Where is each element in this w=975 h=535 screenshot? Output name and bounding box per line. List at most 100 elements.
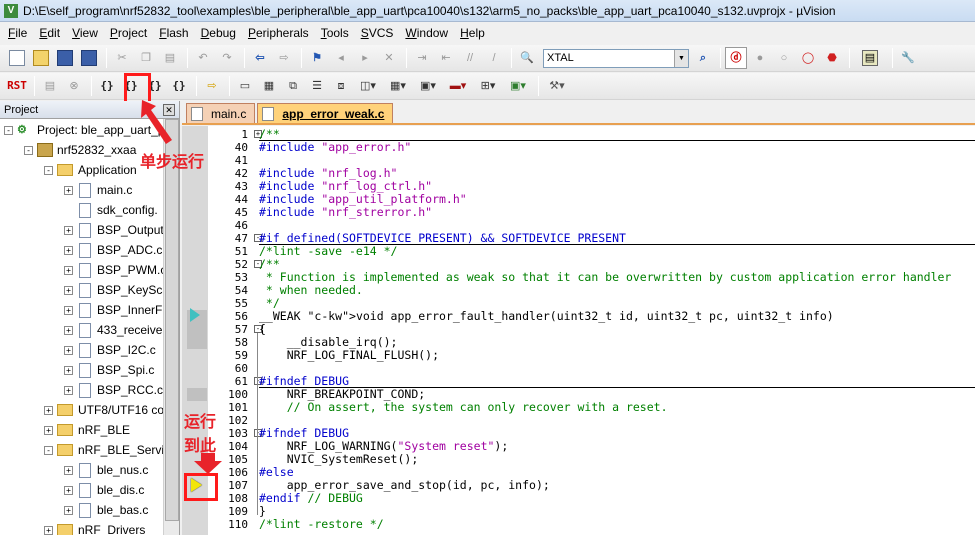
tree-item[interactable]: + ble_nus.c [64,460,148,480]
tab-app-error-weak-c[interactable]: app_error_weak.c [257,103,394,123]
tree-item[interactable]: + ble_bas.c [64,500,148,520]
code-line[interactable]: #endif // DEBUG [259,492,363,505]
expand-icon[interactable]: + [64,265,73,275]
tab-main-c[interactable]: main.c [186,103,256,123]
code-line[interactable]: NRF_LOG_FINAL_FLUSH(); [259,349,439,362]
comment-button[interactable]: // [459,47,481,69]
expand-icon[interactable]: + [64,485,73,495]
system-viewer-button[interactable]: ▣▾ [504,75,532,97]
bookmark-next-button[interactable]: ▸ [354,47,376,69]
code-line[interactable]: #include "nrf_strerror.h" [259,206,432,219]
expand-icon[interactable]: + [64,225,73,235]
redo-button[interactable]: ↷ [216,47,238,69]
tree-item[interactable]: + BSP_I2C.c [64,340,156,360]
expand-icon[interactable]: + [44,425,53,435]
step-button[interactable]: {} [96,75,118,97]
kill-breakpoints-button[interactable]: ⬣ [821,47,843,69]
analysis-button[interactable]: ▬▾ [444,75,472,97]
show-next-statement-button[interactable]: ⇨ [201,75,223,97]
copy-button[interactable]: ❐ [135,47,157,69]
expand-icon[interactable]: + [64,325,73,335]
tree-item[interactable]: + BSP_Spi.c [64,360,154,380]
serial-button[interactable]: ▣▾ [414,75,442,97]
disassembly-button[interactable]: ▦ [258,75,280,97]
tree-item[interactable]: +433_receive [64,320,162,340]
tree-item[interactable]: + BSP_ADC.c [64,240,162,260]
tree-item[interactable]: + BSP_KeySca [64,280,169,300]
trace-button[interactable]: ⊞▾ [474,75,502,97]
expand-icon[interactable]: + [64,185,73,195]
cut-button[interactable]: ✂ [111,47,133,69]
tree-item[interactable]: + BSP_PWM.c [64,260,166,280]
run-to-cursor-button[interactable]: {} [168,75,190,97]
collapse-icon[interactable]: - [4,125,13,135]
tree-item[interactable]: + nRF_BLE [44,420,130,440]
menu-flash[interactable]: Flash [153,24,194,42]
disable-breakpoints-button[interactable]: ◯ [797,47,819,69]
tree-item[interactable]: + UTF8/UTF16 co [44,400,164,420]
project-scrollbar[interactable] [163,119,179,535]
watch-button[interactable]: ◫▾ [354,75,382,97]
tree-item[interactable]: + ble_dis.c [64,480,144,500]
tree-item[interactable]: sdk_config. [64,200,158,220]
expand-icon[interactable]: + [64,365,73,375]
menu-window[interactable]: Window [399,24,454,42]
tree-item[interactable]: + BSP_RCC.c [64,380,163,400]
tree-item[interactable]: - nRF_BLE_Servic [44,440,170,460]
configure-button[interactable]: 🔧 [897,47,919,69]
tree-item[interactable]: - Application [44,160,137,180]
menu-edit[interactable]: Edit [33,24,66,42]
expand-icon[interactable]: + [64,465,73,475]
clear-bookmarks-button[interactable]: ✕ [378,47,400,69]
registers-button[interactable]: ☰ [306,75,328,97]
code-line[interactable]: /*lint -restore */ [259,518,384,531]
code-editor[interactable]: 1 +/** 40 #include "app_error.h" 41 42 #includ… [182,126,975,535]
memory-button[interactable]: ▦▾ [384,75,412,97]
bookmark-button[interactable]: ⚑ [306,47,328,69]
enable-breakpoint-button[interactable]: ○ [773,47,795,69]
menu-debug[interactable]: Debug [195,24,242,42]
indent-button[interactable]: ⇥ [411,47,433,69]
debug-session-button[interactable]: ⓓ [725,47,747,69]
insert-breakpoint-button[interactable]: ● [749,47,771,69]
tree-item[interactable]: + BSP_InnerFl [64,300,165,320]
tree-item[interactable]: + nRF_Drivers [44,520,145,535]
code-line[interactable]: #include "app_error.h" [259,141,411,154]
run-button[interactable]: ▤ [39,75,61,97]
tree-item[interactable]: + BSP_Output [64,220,164,240]
menu-svcs[interactable]: SVCS [355,24,400,42]
chevron-down-icon[interactable]: ▼ [674,49,688,67]
find-in-files-button[interactable]: 🔍 [516,47,538,69]
menu-peripherals[interactable]: Peripherals [242,24,315,42]
uncomment-button[interactable]: / [483,47,505,69]
tree-target[interactable]: - nrf52832_xxaa [24,140,136,160]
unindent-button[interactable]: ⇤ [435,47,457,69]
expand-icon[interactable]: + [64,385,73,395]
symbols-button[interactable]: ⧉ [282,75,304,97]
expand-icon[interactable]: + [44,525,53,535]
save-button[interactable] [54,47,76,69]
menu-project[interactable]: Project [104,24,153,42]
find-combobox[interactable]: XTAL ▼ [543,48,689,68]
window-layout-button[interactable]: ▤ [854,47,886,69]
command-window-button[interactable]: ▭ [234,75,256,97]
menu-view[interactable]: View [66,24,104,42]
find-button[interactable]: ⌕ [692,47,714,69]
toolbox-button[interactable]: ⚒▾ [543,75,571,97]
reset-button[interactable]: RST [6,75,28,97]
stop-button[interactable]: ⊗ [63,75,85,97]
collapse-icon[interactable]: - [44,445,53,455]
code-line[interactable]: __WEAK "c-kw">void app_error_fault_handl… [259,310,834,323]
expand-icon[interactable]: + [64,345,73,355]
undo-button[interactable]: ↶ [192,47,214,69]
expand-icon[interactable]: + [64,245,73,255]
save-all-button[interactable] [78,47,100,69]
expand-icon[interactable]: + [64,285,73,295]
expand-icon[interactable]: + [64,305,73,315]
expand-icon[interactable]: + [64,505,73,515]
scrollbar-thumb[interactable] [165,119,179,521]
collapse-icon[interactable]: - [44,165,53,175]
bookmark-prev-button[interactable]: ◂ [330,47,352,69]
forward-button[interactable]: ⇨ [273,47,295,69]
open-button[interactable] [30,47,52,69]
